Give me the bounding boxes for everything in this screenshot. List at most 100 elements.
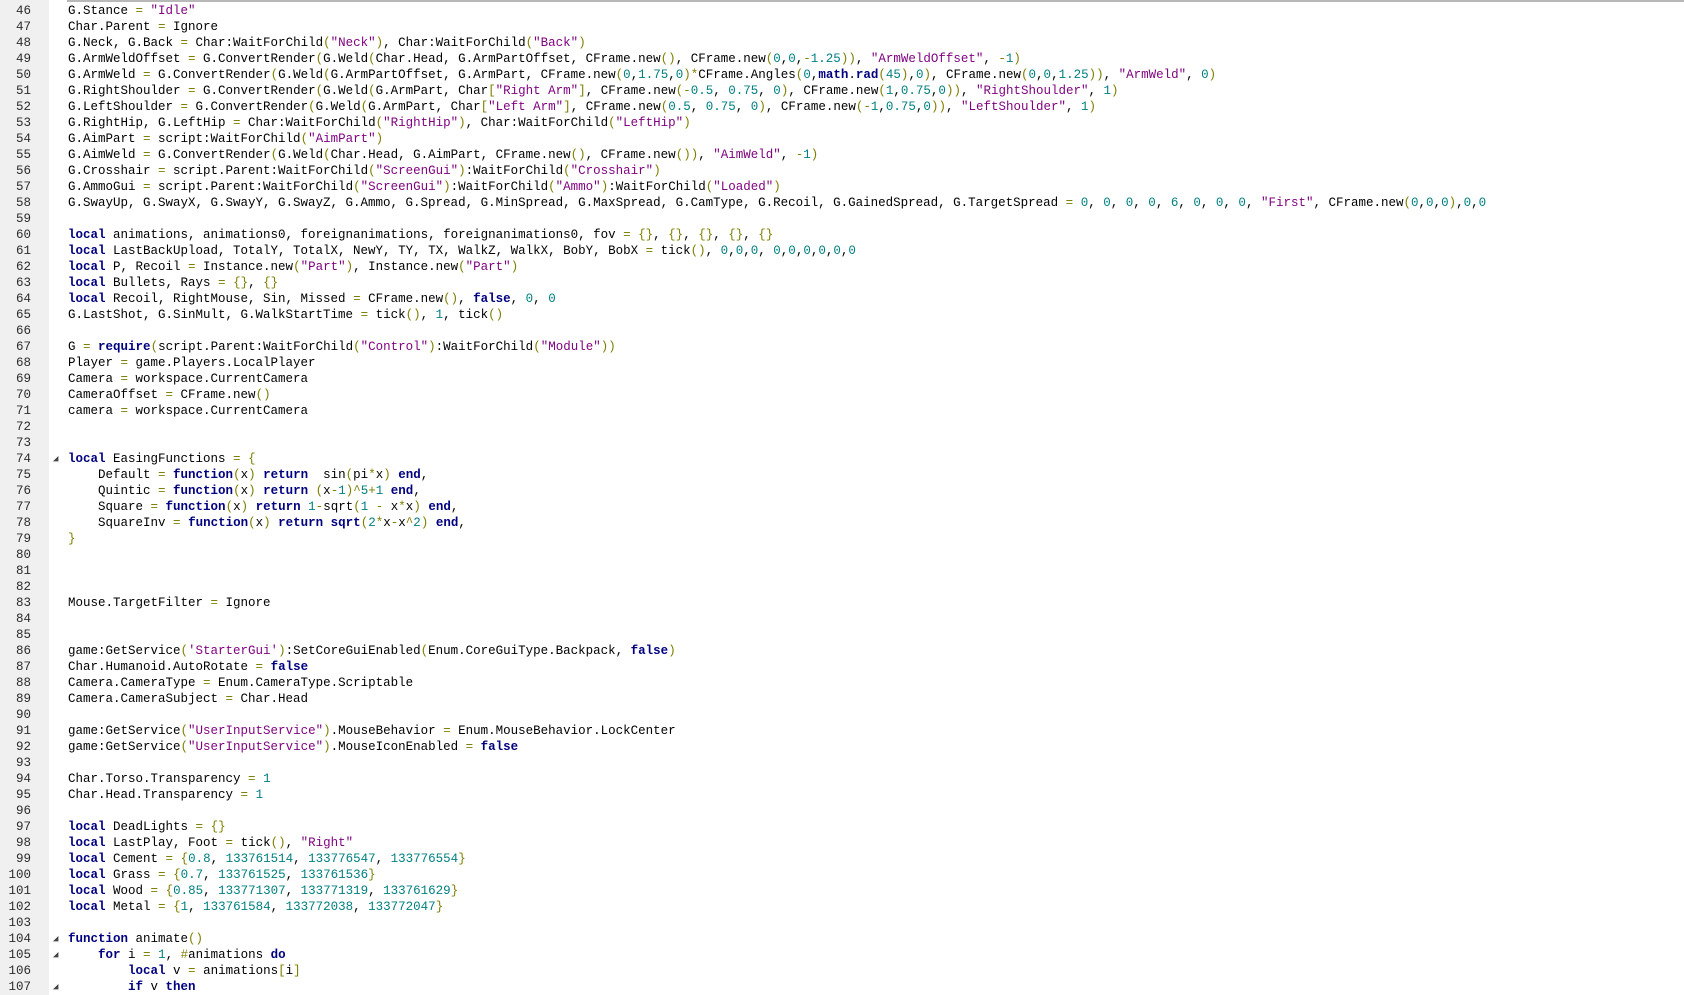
code-line[interactable]: 48 G.Neck, G.Back = Char:WaitForChild("Ne… bbox=[0, 35, 1684, 51]
code-text[interactable]: local Grass = {0.7, 133761525, 133761536… bbox=[68, 867, 376, 883]
code-line[interactable]: 55 G.AimWeld = G.ConvertRender(G.Weld(Cha… bbox=[0, 147, 1684, 163]
code-text[interactable]: local Cement = {0.8, 133761514, 13377654… bbox=[68, 851, 466, 867]
code-text[interactable]: local DeadLights = {} bbox=[68, 819, 226, 835]
code-text[interactable]: Char.Torso.Transparency = 1 bbox=[68, 771, 271, 787]
code-text[interactable]: Square = function(x) return 1-sqrt(1 - x… bbox=[68, 499, 458, 515]
code-text[interactable]: G.Neck, G.Back = Char:WaitForChild("Neck… bbox=[68, 35, 586, 51]
code-line[interactable]: 98 local LastPlay, Foot = tick(), "Right" bbox=[0, 835, 1684, 851]
code-line[interactable]: 80 bbox=[0, 547, 1684, 563]
code-line[interactable]: 81 bbox=[0, 563, 1684, 579]
code-text[interactable]: Player = game.Players.LocalPlayer bbox=[68, 355, 316, 371]
code-line[interactable]: 102 local Metal = {1, 133761584, 13377203… bbox=[0, 899, 1684, 915]
code-text[interactable]: G.ArmWeldOffset = G.ConvertRender(G.Weld… bbox=[68, 51, 1021, 67]
code-line[interactable]: 87 Char.Humanoid.AutoRotate = false bbox=[0, 659, 1684, 675]
code-line[interactable]: 74 ◢ local EasingFunctions = { bbox=[0, 451, 1684, 467]
code-line[interactable]: 69 Camera = workspace.CurrentCamera bbox=[0, 371, 1684, 387]
code-line[interactable]: 62 local P, Recoil = Instance.new("Part")… bbox=[0, 259, 1684, 275]
code-line[interactable]: 63 local Bullets, Rays = {}, {} bbox=[0, 275, 1684, 291]
code-line[interactable]: 93 bbox=[0, 755, 1684, 771]
code-text[interactable]: game:GetService('StarterGui'):SetCoreGui… bbox=[68, 643, 676, 659]
code-text[interactable]: Quintic = function(x) return (x-1)^5+1 e… bbox=[68, 483, 421, 499]
code-text[interactable]: G.AmmoGui = script.Parent:WaitForChild("… bbox=[68, 179, 781, 195]
code-line[interactable]: 67 G = require(script.Parent:WaitForChild… bbox=[0, 339, 1684, 355]
code-line[interactable]: 85 bbox=[0, 627, 1684, 643]
code-line[interactable]: 72 bbox=[0, 419, 1684, 435]
code-line[interactable]: 46 G.Stance = "Idle" bbox=[0, 3, 1684, 19]
code-line[interactable]: 53 G.RightHip, G.LeftHip = Char:WaitForCh… bbox=[0, 115, 1684, 131]
code-text[interactable]: local animations, animations0, foreignan… bbox=[68, 227, 773, 243]
code-text[interactable]: Camera.CameraSubject = Char.Head bbox=[68, 691, 308, 707]
code-text[interactable]: Default = function(x) return sin(pi*x) e… bbox=[68, 467, 428, 483]
code-line[interactable]: 95 Char.Head.Transparency = 1 bbox=[0, 787, 1684, 803]
code-text[interactable]: camera = workspace.CurrentCamera bbox=[68, 403, 308, 419]
code-line[interactable]: 65 G.LastShot, G.SinMult, G.WalkStartTime… bbox=[0, 307, 1684, 323]
code-line[interactable]: 70 CameraOffset = CFrame.new() bbox=[0, 387, 1684, 403]
fold-toggle-icon[interactable]: ◢ bbox=[53, 948, 58, 962]
fold-toggle-icon[interactable]: ◢ bbox=[53, 980, 58, 994]
code-line[interactable]: 106 local v = animations[i] bbox=[0, 963, 1684, 979]
code-line[interactable]: 66 bbox=[0, 323, 1684, 339]
code-text[interactable]: G.AimPart = script:WaitForChild("AimPart… bbox=[68, 131, 383, 147]
code-text[interactable]: G.Crosshair = script.Parent:WaitForChild… bbox=[68, 163, 661, 179]
code-text[interactable]: G.RightShoulder = G.ConvertRender(G.Weld… bbox=[68, 83, 1119, 99]
code-line[interactable]: 97 local DeadLights = {} bbox=[0, 819, 1684, 835]
code-line[interactable]: 47 Char.Parent = Ignore bbox=[0, 19, 1684, 35]
code-text[interactable]: G.AimWeld = G.ConvertRender(G.Weld(Char.… bbox=[68, 147, 818, 163]
code-line[interactable]: 88 Camera.CameraType = Enum.CameraType.Sc… bbox=[0, 675, 1684, 691]
code-text[interactable]: Camera = workspace.CurrentCamera bbox=[68, 371, 308, 387]
code-text[interactable]: Mouse.TargetFilter = Ignore bbox=[68, 595, 271, 611]
code-text[interactable]: G.SwayUp, G.SwayX, G.SwayY, G.SwayZ, G.A… bbox=[68, 195, 1486, 211]
code-text[interactable]: G = require(script.Parent:WaitForChild("… bbox=[68, 339, 616, 355]
code-text[interactable]: Char.Parent = Ignore bbox=[68, 19, 218, 35]
code-line[interactable]: 107 ◢ if v then bbox=[0, 979, 1684, 995]
code-line[interactable]: 103 bbox=[0, 915, 1684, 931]
code-text[interactable]: Char.Head.Transparency = 1 bbox=[68, 787, 263, 803]
code-line[interactable]: 86 game:GetService('StarterGui'):SetCoreG… bbox=[0, 643, 1684, 659]
code-line[interactable]: 76 Quintic = function(x) return (x-1)^5+… bbox=[0, 483, 1684, 499]
code-text[interactable]: G.LastShot, G.SinMult, G.WalkStartTime =… bbox=[68, 307, 503, 323]
code-line[interactable]: 94 Char.Torso.Transparency = 1 bbox=[0, 771, 1684, 787]
code-line[interactable]: 82 bbox=[0, 579, 1684, 595]
code-line[interactable]: 64 local Recoil, RightMouse, Sin, Missed … bbox=[0, 291, 1684, 307]
code-line[interactable]: 89 Camera.CameraSubject = Char.Head bbox=[0, 691, 1684, 707]
code-line[interactable]: 104 ◢ function animate() bbox=[0, 931, 1684, 947]
code-text[interactable]: CameraOffset = CFrame.new() bbox=[68, 387, 271, 403]
code-line[interactable]: 99 local Cement = {0.8, 133761514, 133776… bbox=[0, 851, 1684, 867]
code-text[interactable]: SquareInv = function(x) return sqrt(2*x-… bbox=[68, 515, 466, 531]
code-line[interactable]: 101 local Wood = {0.85, 133771307, 133771… bbox=[0, 883, 1684, 899]
code-text[interactable]: Camera.CameraType = Enum.CameraType.Scri… bbox=[68, 675, 413, 691]
code-line[interactable]: 92 game:GetService("UserInputService").Mo… bbox=[0, 739, 1684, 755]
code-text[interactable]: local v = animations[i] bbox=[68, 963, 301, 979]
code-line[interactable]: 56 G.Crosshair = script.Parent:WaitForChi… bbox=[0, 163, 1684, 179]
code-lines[interactable]: 46 G.Stance = "Idle" 47 Char.Parent = Ignor… bbox=[0, 3, 1684, 995]
code-line[interactable]: 57 G.AmmoGui = script.Parent:WaitForChild… bbox=[0, 179, 1684, 195]
code-line[interactable]: 68 Player = game.Players.LocalPlayer bbox=[0, 355, 1684, 371]
code-line[interactable]: 60 local animations, animations0, foreign… bbox=[0, 227, 1684, 243]
code-line[interactable]: 84 bbox=[0, 611, 1684, 627]
code-text[interactable]: } bbox=[68, 531, 76, 547]
code-text[interactable]: local Recoil, RightMouse, Sin, Missed = … bbox=[68, 291, 556, 307]
code-text[interactable]: local Metal = {1, 133761584, 133772038, … bbox=[68, 899, 443, 915]
code-text[interactable]: local LastPlay, Foot = tick(), "Right" bbox=[68, 835, 353, 851]
code-line[interactable]: 49 G.ArmWeldOffset = G.ConvertRender(G.We… bbox=[0, 51, 1684, 67]
code-line[interactable]: 52 G.LeftShoulder = G.ConvertRender(G.Wel… bbox=[0, 99, 1684, 115]
code-line[interactable]: 77 Square = function(x) return 1-sqrt(1 … bbox=[0, 499, 1684, 515]
code-text[interactable]: game:GetService("UserInputService").Mous… bbox=[68, 723, 676, 739]
fold-toggle-icon[interactable]: ◢ bbox=[53, 932, 58, 946]
code-line[interactable]: 83 Mouse.TargetFilter = Ignore bbox=[0, 595, 1684, 611]
code-text[interactable]: G.Stance = "Idle" bbox=[68, 3, 196, 19]
code-line[interactable]: 90 bbox=[0, 707, 1684, 723]
code-line[interactable]: 79} bbox=[0, 531, 1684, 547]
code-text[interactable]: game:GetService("UserInputService").Mous… bbox=[68, 739, 518, 755]
code-text[interactable]: local LastBackUpload, TotalY, TotalX, Ne… bbox=[68, 243, 856, 259]
code-text[interactable]: Char.Humanoid.AutoRotate = false bbox=[68, 659, 308, 675]
code-text[interactable]: for i = 1, #animations do bbox=[68, 947, 286, 963]
code-text[interactable]: G.RightHip, G.LeftHip = Char:WaitForChil… bbox=[68, 115, 691, 131]
code-line[interactable]: 96 bbox=[0, 803, 1684, 819]
code-line[interactable]: 58 G.SwayUp, G.SwayX, G.SwayY, G.SwayZ, G… bbox=[0, 195, 1684, 211]
code-line[interactable]: 59 bbox=[0, 211, 1684, 227]
code-line[interactable]: 91 game:GetService("UserInputService").Mo… bbox=[0, 723, 1684, 739]
code-line[interactable]: 78 SquareInv = function(x) return sqrt(2… bbox=[0, 515, 1684, 531]
code-text[interactable]: function animate() bbox=[68, 931, 203, 947]
code-line[interactable]: 51 G.RightShoulder = G.ConvertRender(G.We… bbox=[0, 83, 1684, 99]
